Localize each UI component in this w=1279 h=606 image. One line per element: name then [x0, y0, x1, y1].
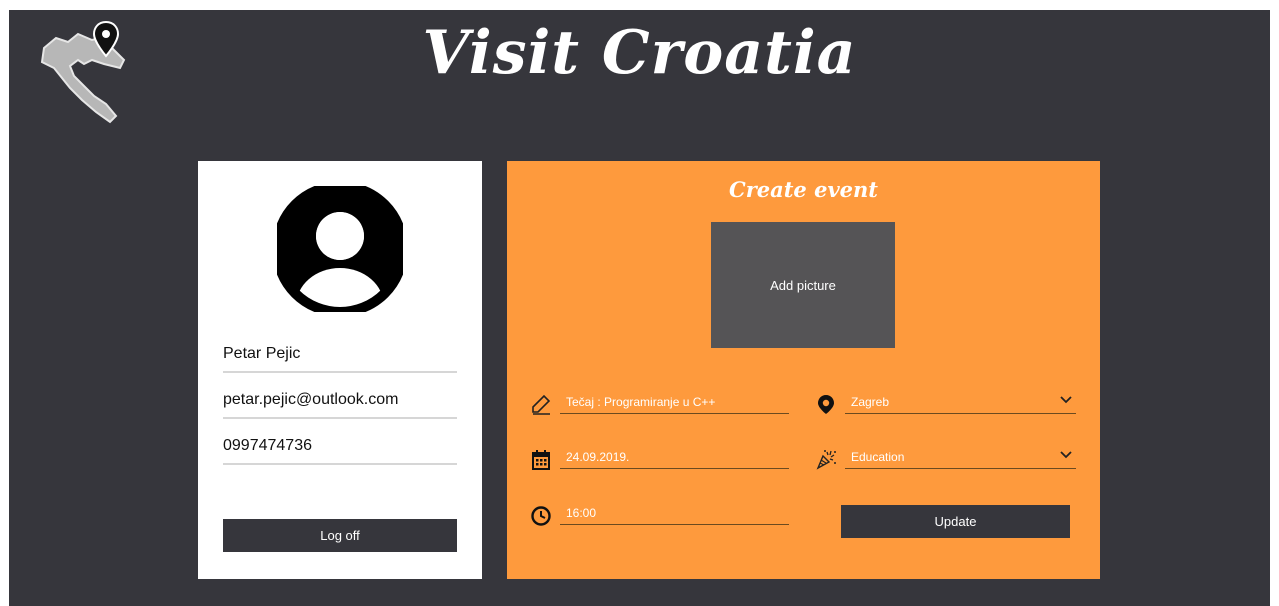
profile-name-field[interactable]: Petar Pejic: [223, 341, 457, 373]
clock-icon: [531, 506, 551, 526]
create-event-title: Create event: [728, 177, 878, 202]
event-date-input[interactable]: 24.09.2019.: [560, 447, 789, 469]
page-title: Visit Croatia: [422, 18, 857, 88]
log-off-button[interactable]: Log off: [223, 519, 457, 552]
event-time-input[interactable]: 16:00: [560, 503, 789, 525]
update-button[interactable]: Update: [841, 505, 1070, 538]
category-select[interactable]: Education: [845, 447, 1076, 469]
chevron-down-icon: [1060, 451, 1072, 459]
pencil-icon: [532, 394, 551, 415]
profile-card: Petar Pejic petar.pejic@outlook.com 0997…: [198, 161, 482, 579]
party-popper-icon: [816, 450, 836, 470]
add-picture-button[interactable]: Add picture: [711, 222, 895, 348]
add-picture-label: Add picture: [770, 277, 836, 293]
chevron-down-icon: [1060, 396, 1072, 404]
location-select-value: Zagreb: [851, 395, 890, 409]
location-select[interactable]: Zagreb: [845, 392, 1076, 414]
location-pin-icon: [818, 395, 834, 414]
calendar-icon: [532, 450, 550, 470]
category-select-value: Education: [851, 450, 905, 464]
profile-phone-field[interactable]: 0997474736: [223, 433, 457, 465]
page: Visit Croatia Petar Pejic petar.pejic@ou…: [9, 10, 1270, 606]
profile-email-field[interactable]: petar.pejic@outlook.com: [223, 387, 457, 419]
create-event-panel: Create event Add picture Tečaj : Program…: [507, 161, 1100, 579]
event-name-input[interactable]: Tečaj : Programiranje u C++: [560, 392, 789, 414]
user-avatar-icon: [277, 186, 403, 312]
